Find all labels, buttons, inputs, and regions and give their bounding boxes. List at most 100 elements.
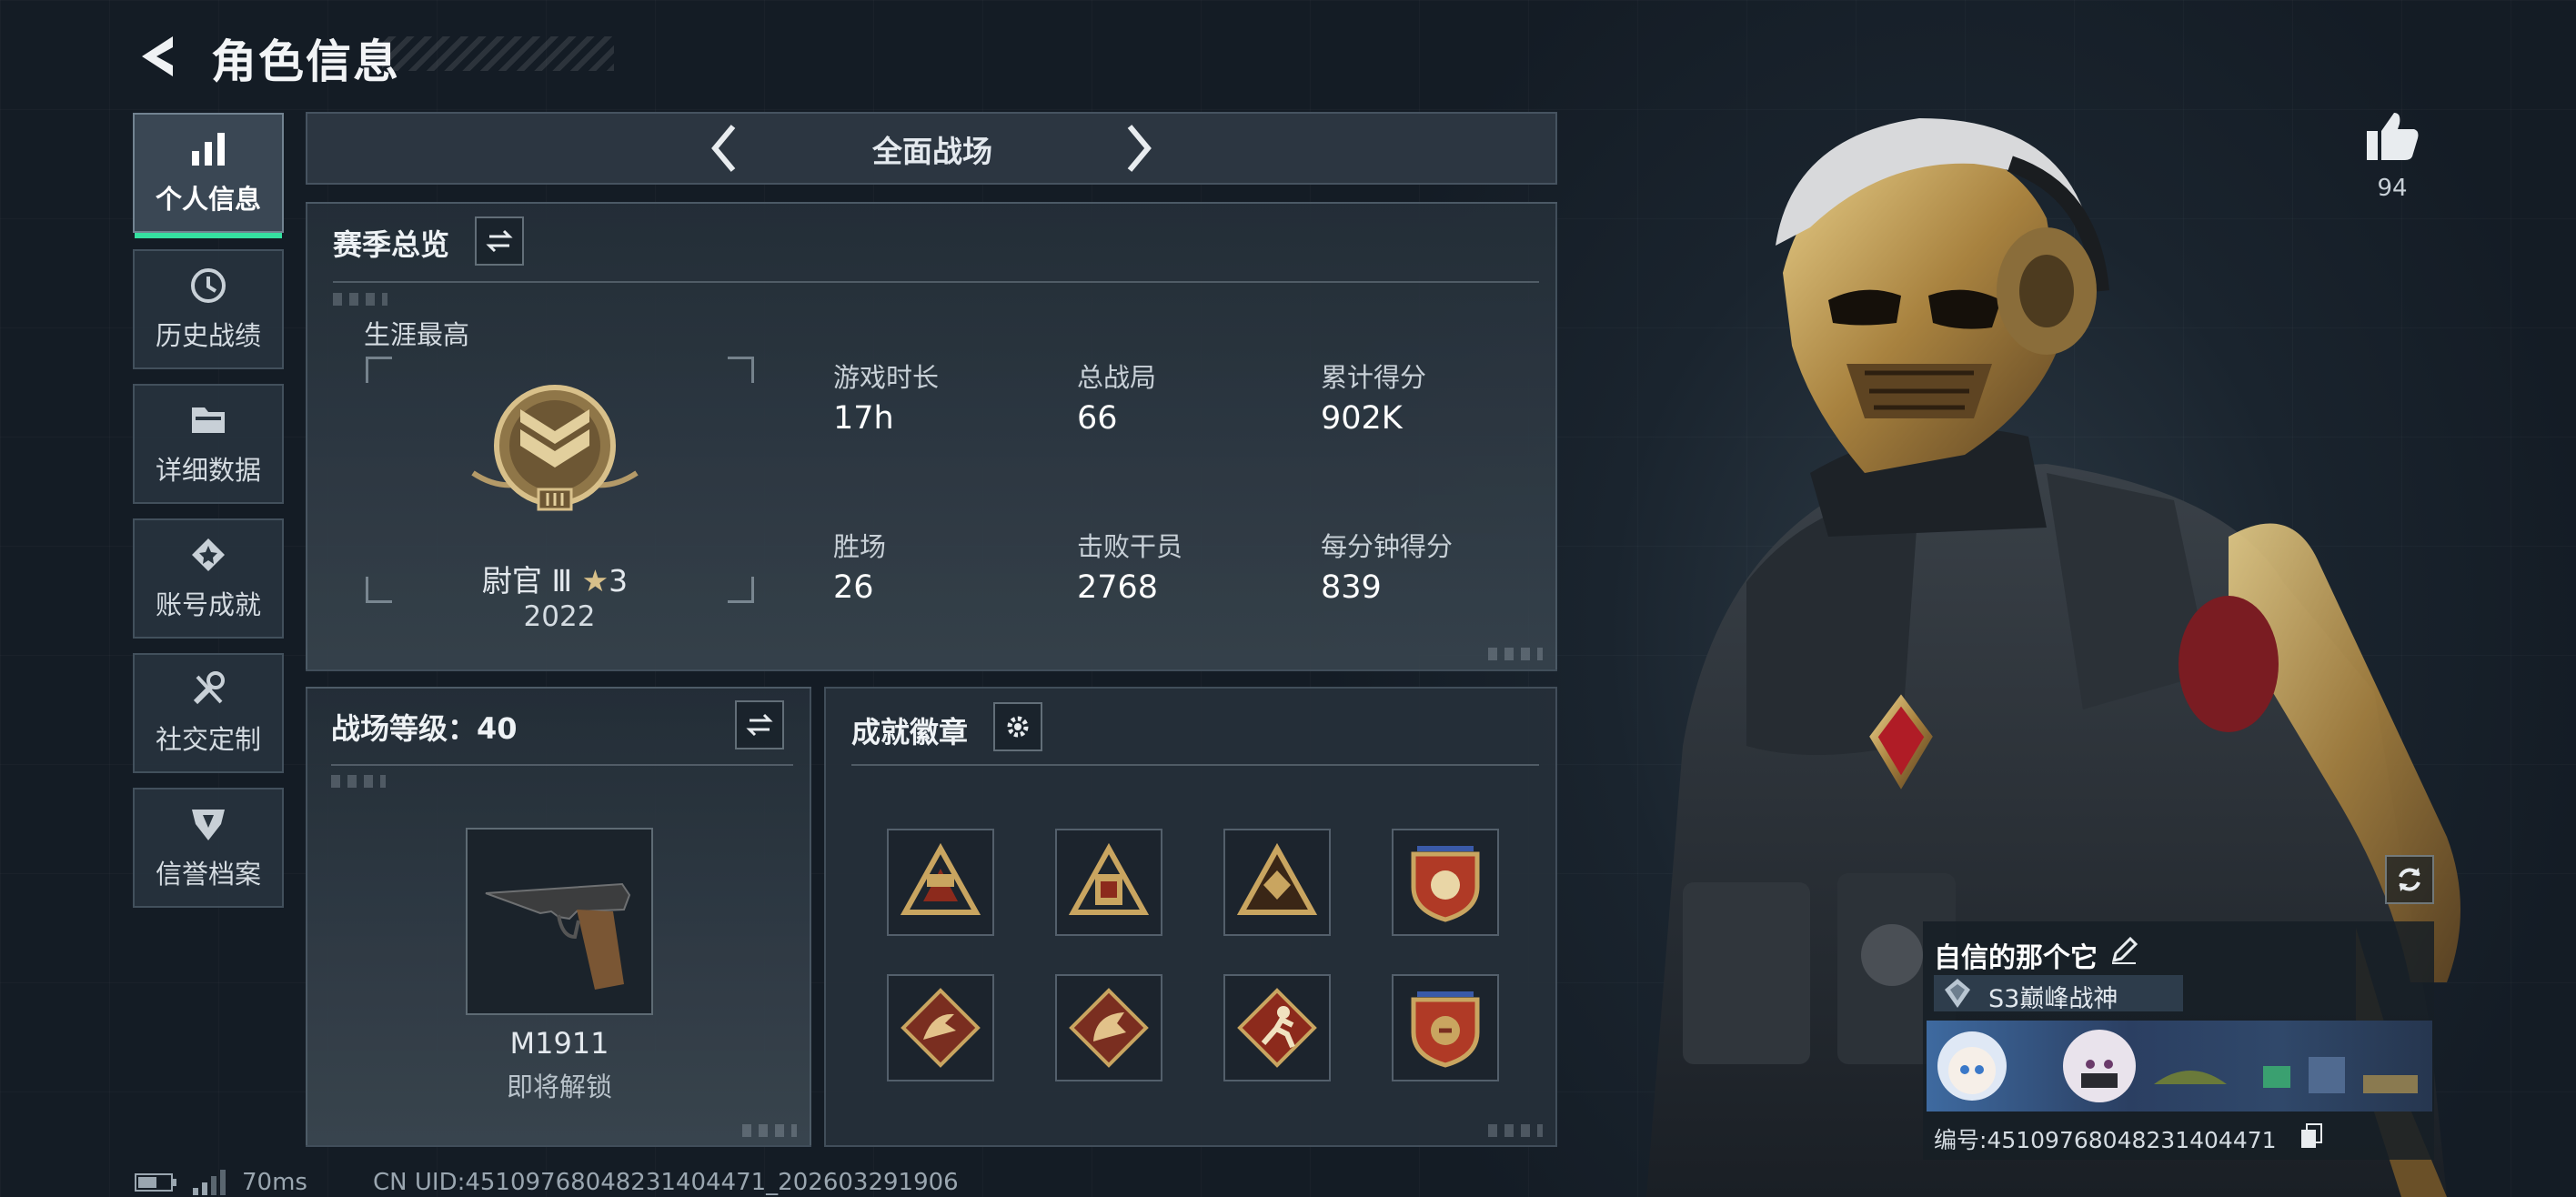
rank-stars: 3 [609,563,629,598]
achievement-badge[interactable] [1055,974,1162,1081]
frame-corner [366,357,392,383]
level-switch-button[interactable] [735,700,784,749]
sidebar-item-label: 历史战绩 [155,320,261,351]
decoration [1488,1124,1543,1137]
thumbs-up-icon[interactable] [2363,107,2421,166]
rank-score: 2022 [523,600,596,633]
frame-corner [728,577,754,603]
history-clock-icon [191,268,226,303]
stat-value: 26 [833,569,874,606]
title-badge-label: S3巅峰战神 [1988,985,2118,1013]
bar-chart-icon [192,133,225,166]
sidebar-item-label: 个人信息 [155,184,261,215]
stat-label: 胜场 [833,531,887,562]
frame-corner [366,577,392,603]
profile-banner[interactable] [1927,1021,2432,1112]
refresh-skin-button[interactable] [2385,855,2434,904]
divider [333,281,1539,283]
swap-icon [486,229,513,253]
stat-value: 902K [1321,400,1403,437]
triangle-badge-icon [900,842,981,915]
stat-label: 游戏时长 [833,362,940,393]
uid-text: CN UID:45109768048231404471_202603291906 [373,1169,959,1196]
dragon-badge-icon [1069,988,1149,1068]
achievement-badge[interactable] [1223,829,1331,936]
page-title: 角色信息 [211,35,400,88]
signal-icon [193,1170,226,1195]
achievement-badge[interactable] [887,829,994,936]
sidebar-item-label: 账号成就 [155,589,261,620]
stat-value: 2768 [1077,569,1159,606]
achievement-badge[interactable] [1392,974,1499,1081]
sidebar-item-personal-info[interactable]: 个人信息 [133,113,284,238]
decoration [331,775,386,788]
triangle-badge-icon [1068,842,1150,915]
folder-icon [192,407,225,433]
ping-value: 70ms [242,1169,307,1196]
achievement-badge[interactable] [887,974,994,1081]
sidebar-item-label: 详细数据 [155,455,261,486]
sidebar-item-label: 信誉档案 [155,859,261,890]
sidebar-item-social[interactable]: 社交定制 [133,653,284,773]
weapon-card[interactable] [466,828,653,1015]
rank-name: 尉官 Ⅲ [481,563,573,598]
refresh-icon [2399,868,2420,891]
achievements-title: 成就徽章 [851,715,969,749]
stat-label: 总战局 [1077,362,1157,393]
divider [331,764,793,766]
shield-badge-icon [1411,991,1480,1068]
stat-value: 66 [1077,400,1118,437]
decoration [742,1124,797,1137]
divider [851,764,1539,766]
rank-line: 尉官 Ⅲ ★3 [455,557,655,600]
sidebar-item-achievements[interactable]: 账号成就 [133,518,284,639]
anime-banner-art [1937,1030,2418,1102]
back-arrow-icon[interactable] [133,31,180,82]
career-best-label: 生涯最高 [364,319,470,350]
nickname: 自信的那个它 [1934,942,2098,974]
stat-label: 每分钟得分 [1321,531,1454,562]
season-overview-title: 赛季总览 [333,227,450,262]
edit-pencil-icon[interactable] [2108,935,2139,966]
tools-icon [193,671,225,705]
pistol-icon [485,882,631,990]
achievement-badge[interactable] [1223,974,1331,1081]
sidebar-item-details[interactable]: 详细数据 [133,384,284,504]
swap-icon [746,713,773,737]
player-id: 编号:4510976804823140447​1 [1934,1127,2277,1153]
battlefield-level-title: 战场等级：40 [331,711,518,746]
frame-corner [728,357,754,383]
sidebar-item-reputation[interactable]: 信誉档案 [133,788,284,908]
title-decoration [382,36,614,71]
achievement-star-icon [192,538,225,571]
shield-icon [192,810,225,840]
chevron-right-icon[interactable] [1121,121,1157,176]
weapon-name: M1911 [509,1026,609,1061]
shield-badge-icon [1411,846,1480,922]
gear-icon [1007,716,1029,738]
diamond-emblem-icon [1945,979,1970,1008]
stat-value: 839 [1321,569,1382,606]
like-count: 94 [2377,175,2408,202]
mode-name: 全面战场 [872,134,992,169]
title-badge: S3巅峰战神 [1934,975,2183,1013]
weapon-status: 即将解锁 [506,1071,612,1102]
decoration [333,293,387,306]
achievement-badge[interactable] [1392,829,1499,936]
rank-emblem-icon [471,385,639,511]
season-switch-button[interactable] [475,216,524,266]
copy-icon[interactable] [2299,1122,2323,1150]
battery-icon [135,1173,176,1192]
achievements-settings-button[interactable] [993,702,1042,751]
chevron-left-icon[interactable] [706,121,742,176]
decoration [1488,648,1543,660]
runner-badge-icon [1237,988,1317,1068]
rank-star-icon: ★ [581,563,609,598]
stat-value: 17h [833,400,894,437]
dragon-badge-icon [901,988,981,1068]
stat-label: 击败干员 [1077,531,1183,562]
stat-label: 累计得分 [1321,362,1427,393]
achievement-badge[interactable] [1055,829,1162,936]
sidebar-item-history[interactable]: 历史战绩 [133,249,284,369]
sidebar-item-label: 社交定制 [155,724,261,755]
